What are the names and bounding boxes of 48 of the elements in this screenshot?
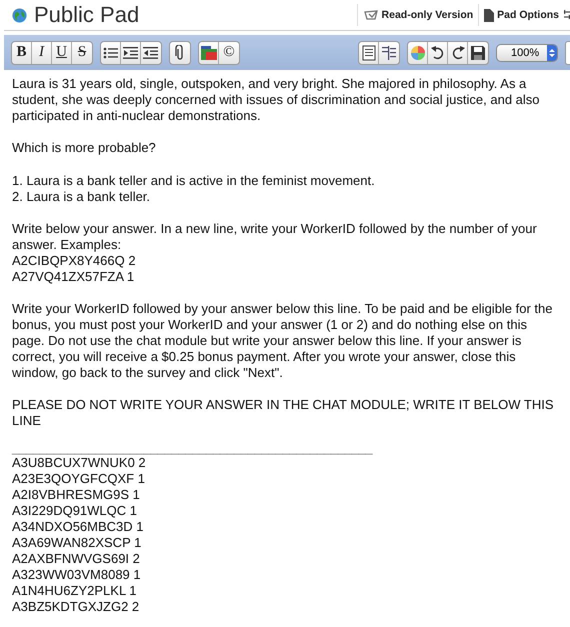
- text-line: PLEASE DO NOT WRITE YOUR ANSWER IN THE CHAT MODULE; WRITE IT BELOW THIS LINE: [12, 397, 555, 430]
- indent-icon: [122, 46, 138, 60]
- text-line: A3I229DQ91WLQC 1: [12, 502, 138, 519]
- text-line: A3U8BCUX7WNUK0 2: [12, 454, 146, 471]
- copyright-button[interactable]: ©: [219, 42, 239, 64]
- strikethrough-button[interactable]: S: [72, 42, 92, 64]
- toolbar-button-edge[interactable]: [565, 40, 570, 64]
- doc-icon: [362, 44, 376, 60]
- doclines-icon: [381, 44, 397, 60]
- pad-options-link[interactable]: Pad Options: [478, 4, 564, 26]
- zoom-select[interactable]: 100%: [496, 44, 558, 62]
- bulleted-list-button[interactable]: [101, 42, 121, 64]
- text-line: A2CIBQPX8Y466Q 2: [12, 252, 136, 269]
- text-line: Write your WorkerID followed by your answer below this line. To be paid and be eligible for the bonus, you must post your WorkerID and your answer (1 or 2) and do nothing else on this page. Do not use the chat module but write your answer below this line. If your answer is correct, you will receive a $0.25 bonus payment. After you wrote your answer, close this window, go back to the survey and click "Next".: [12, 301, 554, 382]
- stepper-icon: [549, 48, 556, 58]
- text-line: Laura is 31 years old, single, outspoken, and very bright. She majored in philosophy. As a student, she was deeply concerned with issues of discrimination and social justice, and also participated in anti-nuclear demonstrations.: [12, 76, 541, 124]
- pad-title: Public Pad: [34, 2, 140, 28]
- text-line: Which is more probable?: [12, 140, 157, 156]
- text-line: A2AXBFNWVGS69I 2: [12, 550, 140, 567]
- italic-button[interactable]: I: [32, 42, 52, 64]
- flag-button[interactable]: [199, 42, 219, 64]
- underline-button[interactable]: U: [52, 42, 72, 64]
- flag-icon: [200, 44, 218, 60]
- read-only-version-link[interactable]: Read-only Version: [356, 4, 478, 26]
- underscore-line: ____________________________________________________: [12, 442, 372, 454]
- save-icon: [471, 46, 485, 60]
- indent-button[interactable]: [121, 42, 141, 64]
- text-line: A323WW03VM8089 1: [12, 566, 141, 583]
- color-wheel-button[interactable]: [408, 42, 428, 64]
- text-line: A2I8VBHRESMG9S 1: [12, 486, 140, 503]
- text-line: A23E3QOYGFCQXF 1: [12, 470, 145, 487]
- undo-icon: [430, 44, 446, 60]
- colors-icon: [410, 44, 426, 60]
- bold-button[interactable]: B: [12, 42, 32, 64]
- globe-icon: [12, 8, 27, 22]
- arrows-icon[interactable]: [564, 9, 570, 21]
- text-line: 2. Laura is a bank teller.: [12, 188, 150, 205]
- document-icon: [484, 8, 494, 22]
- text-line: A3A69WAN82XSCP 1: [12, 534, 142, 551]
- text-line: 1. Laura is a bank teller and is active in the feminist movement.: [12, 172, 376, 189]
- text-line: A27VQ41ZX57FZA 1: [12, 268, 134, 285]
- text-line: A34NDXO56MBC3D 1: [12, 518, 144, 535]
- text-line: A3BZ5KDTGXJZG2 2: [12, 598, 140, 615]
- outdent-icon: [143, 46, 159, 60]
- text-line: A1N4HU6ZY2PLKL 1: [12, 582, 137, 599]
- bullets-icon: [102, 46, 118, 60]
- text-line: Write below your answer. In a new line, write your WorkerID followed by the number of your answer. Examples:: [12, 220, 538, 253]
- attach-icon: [175, 44, 185, 60]
